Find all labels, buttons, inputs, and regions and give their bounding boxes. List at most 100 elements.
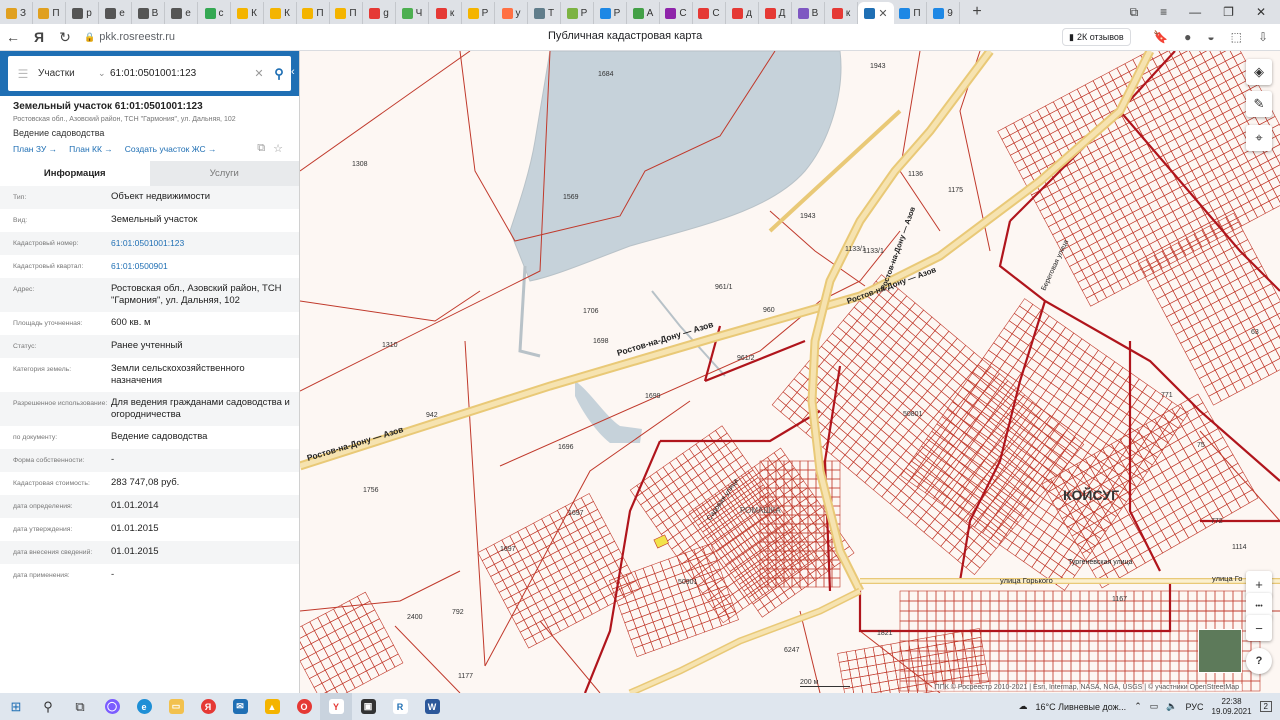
browser-tab-1[interactable]: П — [33, 2, 66, 24]
attribute-value[interactable]: 61:01:0501001:123 — [111, 237, 299, 250]
create-parcel-link[interactable]: Создать участок ЖС → — [125, 144, 217, 154]
alice-icon[interactable]: ◯ — [96, 693, 128, 720]
reload-icon[interactable]: ↻ — [52, 29, 78, 46]
browser-tab-25[interactable]: к — [825, 2, 858, 24]
help-button[interactable]: ? — [1246, 648, 1272, 674]
browser-extra-tab-0[interactable]: П — [894, 2, 927, 24]
back-icon[interactable]: ← — [0, 29, 26, 45]
parcel — [1037, 376, 1052, 391]
browser-tab-15[interactable]: у — [495, 2, 528, 24]
edge-icon[interactable]: e — [128, 693, 160, 720]
collapse-panel-icon[interactable]: ‹ — [291, 66, 299, 82]
parcel — [1169, 630, 1180, 642]
search-taskbar-icon[interactable]: ⚲ — [32, 693, 64, 720]
browser-tab-6[interactable]: с — [198, 2, 231, 24]
word-icon[interactable]: W — [416, 693, 448, 720]
parcel — [1030, 525, 1045, 540]
parcel — [851, 320, 866, 335]
plan-kk-link[interactable]: План КК → — [69, 144, 113, 154]
browser-tab-22[interactable]: д — [726, 2, 759, 24]
browser-tab-8[interactable]: К — [264, 2, 297, 24]
parcel — [1056, 504, 1072, 520]
close-tab-icon[interactable]: ✕ — [878, 7, 887, 20]
notifications-icon[interactable]: 2 — [1259, 701, 1272, 712]
chevron-down-icon[interactable]: ⌄ — [98, 68, 110, 79]
search-icon[interactable]: ⚲ — [267, 66, 291, 82]
browser-tab-5[interactable]: e — [165, 2, 198, 24]
browser-tab-19[interactable]: А — [627, 2, 660, 24]
browser-tab-20[interactable]: С — [660, 2, 693, 24]
minimap[interactable] — [1198, 629, 1242, 673]
reviews-button[interactable]: ▮ 2К отзывов — [1062, 28, 1131, 46]
parcel — [635, 596, 648, 609]
extension-icon[interactable]: ● — [1184, 30, 1191, 44]
protect-icon[interactable]: ◒ — [1207, 30, 1214, 44]
bookmark-icon[interactable]: 🔖 — [1153, 30, 1168, 44]
search-type-select[interactable]: Участки — [38, 68, 98, 79]
parcel — [1201, 455, 1217, 471]
minimize-icon[interactable]: — — [1189, 5, 1201, 20]
yandex-icon[interactable]: Я — [26, 29, 52, 45]
tab-services[interactable]: Услуги — [149, 161, 299, 186]
mail-icon[interactable]: ✉ — [224, 693, 256, 720]
browser-tab-24[interactable]: В — [792, 2, 825, 24]
close-window-icon[interactable]: ✕ — [1256, 5, 1266, 20]
browser-tab-4[interactable]: В — [132, 2, 165, 24]
browser-tab-9[interactable]: П — [297, 2, 330, 24]
copy-icon[interactable]: ⧉ — [257, 142, 265, 155]
parcel — [1004, 353, 1019, 368]
zoom-out-button[interactable]: − — [1246, 615, 1272, 641]
opera-icon[interactable]: O — [288, 693, 320, 720]
browser-tab-0[interactable]: З — [0, 2, 33, 24]
restore-icon[interactable]: ❐ — [1223, 5, 1234, 20]
attribute-value[interactable]: 61:01:0500901 — [111, 260, 299, 273]
map-canvas[interactable]: Ростов-на-Дону — Азов Ростов-на-Дону — А… — [300, 51, 1280, 693]
ruler-icon[interactable]: ✎ — [1246, 91, 1272, 117]
plan-zu-link[interactable]: План ЗУ → — [13, 144, 57, 154]
volume-icon[interactable]: 🔈 — [1166, 701, 1177, 712]
clear-icon[interactable]: ✕ — [251, 67, 267, 80]
layers-icon[interactable]: ◈ — [1246, 59, 1272, 85]
yandex-browser-icon[interactable]: Я — [192, 693, 224, 720]
network-icon[interactable]: ▭ — [1150, 701, 1159, 712]
new-tab-button[interactable]: + — [964, 3, 990, 21]
hamburger-icon[interactable]: ☰ — [8, 67, 38, 81]
r-app-icon[interactable]: R — [384, 693, 416, 720]
download-icon[interactable]: ⇩ — [1258, 30, 1268, 44]
browser-extra-tab-1[interactable]: 9 — [927, 2, 960, 24]
task-view-icon[interactable]: ⧉ — [64, 693, 96, 720]
store-icon[interactable]: ▣ — [352, 693, 384, 720]
warning-app-icon[interactable]: ▲ — [256, 693, 288, 720]
url-field[interactable]: 🔒 pkk.rosreestr.ru — [84, 31, 175, 43]
collections-icon[interactable]: ⬚ — [1231, 30, 1242, 44]
tab-search-icon[interactable]: ⧉ — [1130, 5, 1139, 20]
browser-tab-11[interactable]: g — [363, 2, 396, 24]
search-input[interactable] — [110, 68, 251, 79]
browser-tab-18[interactable]: Р — [594, 2, 627, 24]
clock[interactable]: 22:38 19.09.2021 — [1212, 697, 1252, 717]
windows-start-icon[interactable]: ⊞ — [0, 693, 32, 720]
menu-icon[interactable]: ≡ — [1160, 5, 1167, 20]
browser-tab-14[interactable]: Р — [462, 2, 495, 24]
weather-text[interactable]: 16°C Ливневые дож... — [1035, 702, 1126, 712]
browser-tab-21[interactable]: С — [693, 2, 726, 24]
tray-chevron-icon[interactable]: ⌃ — [1134, 701, 1142, 712]
parcel — [665, 575, 679, 588]
tab-information[interactable]: Информация — [0, 161, 150, 186]
browser-tab-23[interactable]: Д — [759, 2, 792, 24]
browser-tab-16[interactable]: Т — [528, 2, 561, 24]
browser-tab-10[interactable]: П — [330, 2, 363, 24]
browser-tab-12[interactable]: Ч — [396, 2, 429, 24]
browser-tab-3[interactable]: e — [99, 2, 132, 24]
browser-tab-2[interactable]: p — [66, 2, 99, 24]
browser-tab-17[interactable]: Р — [561, 2, 594, 24]
star-icon[interactable]: ☆ — [273, 142, 283, 155]
language-indicator[interactable]: РУС — [1185, 702, 1203, 712]
cadastral-map[interactable]: Ростов-на-Дону — Азов Ростов-на-Дону — А… — [300, 51, 1280, 693]
explorer-icon[interactable]: ▭ — [160, 693, 192, 720]
browser-tab-7[interactable]: К — [231, 2, 264, 24]
yandex-icon-active[interactable]: Y — [320, 693, 352, 720]
browser-tab-13[interactable]: к — [429, 2, 462, 24]
tab-active-rosreestr[interactable]: ✕ — [858, 2, 894, 24]
locate-icon[interactable]: ⌖ — [1246, 125, 1272, 151]
